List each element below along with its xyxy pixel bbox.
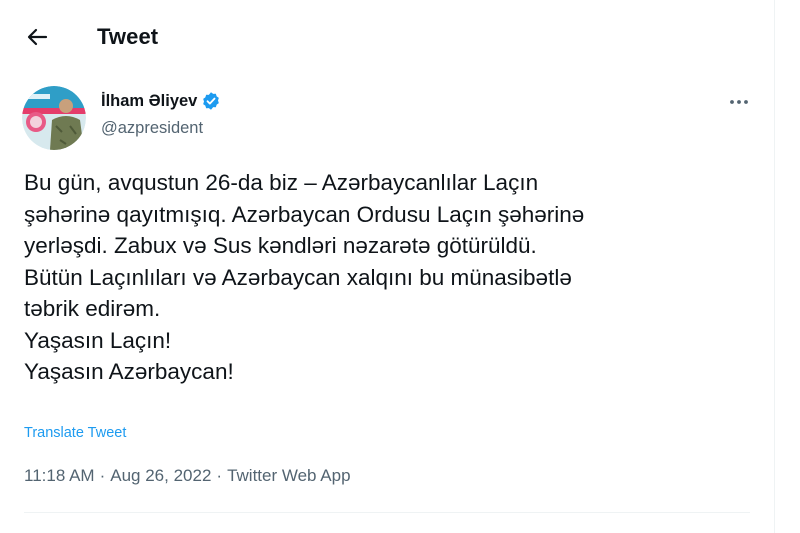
page-background	[775, 0, 800, 533]
tweet-text: Bu gün, avqustun 26-da biz – Azərbaycanl…	[24, 167, 764, 388]
tweet-time[interactable]: 11:18 AM	[24, 466, 95, 485]
author-row: İlham Əliyev	[101, 91, 221, 111]
author-handle[interactable]: @azpresident	[101, 119, 203, 138]
more-options-button[interactable]	[722, 88, 756, 116]
author-name[interactable]: İlham Əliyev	[101, 92, 197, 111]
tweet-line: şəhərinə qayıtmışıq. Azərbaycan Ordusu L…	[24, 201, 585, 227]
tweet-line: Bütün Laçınlıları və Azərbaycan xalqını …	[24, 264, 572, 290]
page-title: Tweet	[97, 24, 159, 49]
tweet-date[interactable]: Aug 26, 2022	[110, 466, 211, 485]
tweet-meta: 11:18 AM · Aug 26, 2022 · Twitter Web App	[24, 466, 351, 486]
more-options-icon	[730, 100, 748, 104]
arrow-left-icon	[27, 28, 48, 46]
profile-avatar	[22, 86, 86, 150]
verified-badge-icon	[203, 92, 220, 110]
meta-separator: ·	[99, 466, 106, 485]
tweet-line: Bu gün, avqustun 26-da biz – Azərbaycanl…	[24, 170, 539, 195]
meta-separator: ·	[216, 466, 223, 485]
avatar[interactable]	[22, 86, 86, 150]
tweet-panel: Tweet İlham Əliyev @azpresident Bu gün, …	[0, 0, 774, 533]
page-header: Tweet	[0, 0, 774, 72]
tweet-line: Yaşasın Laçın!	[24, 327, 172, 353]
translate-tweet-link[interactable]: Translate Tweet	[24, 425, 126, 441]
tweet-source[interactable]: Twitter Web App	[227, 466, 350, 485]
back-button[interactable]	[22, 22, 52, 52]
tweet-line: yerləşdi. Zabux və Sus kəndləri nəzarətə…	[24, 233, 537, 258]
tweet-line: təbrik edirəm.	[24, 296, 161, 321]
divider	[24, 512, 750, 513]
tweet-line: Yaşasın Azərbaycan!	[24, 359, 234, 384]
